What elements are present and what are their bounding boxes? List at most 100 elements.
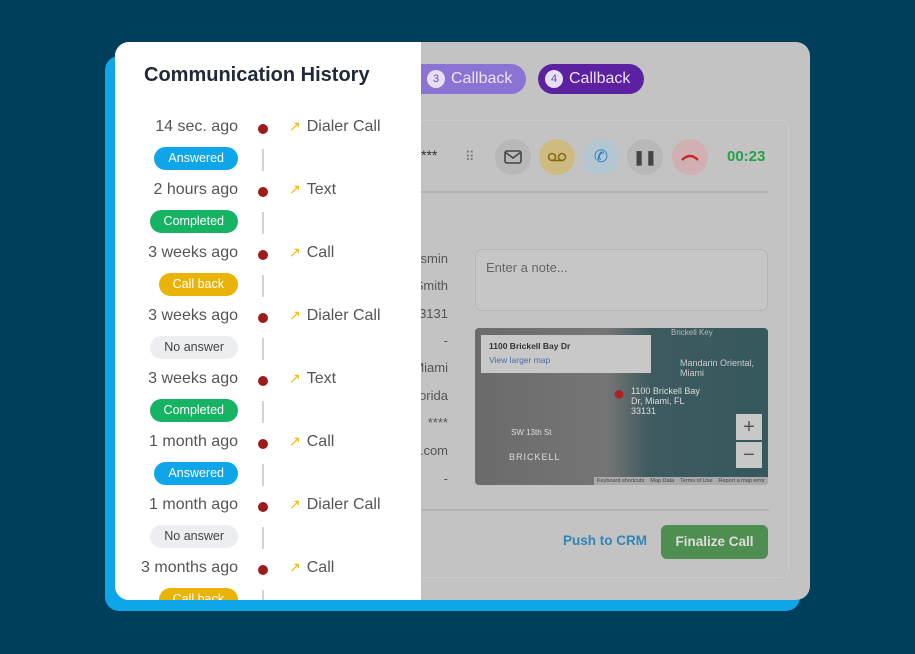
history-type: ↗ Call	[289, 244, 334, 262]
timeline-dot	[258, 250, 268, 260]
outgoing-arrow-icon: ↗	[289, 433, 301, 449]
map-footer-link[interactable]: Map Data	[650, 478, 674, 484]
history-time: 3 weeks ago	[148, 307, 238, 324]
history-time: 3 weeks ago	[148, 244, 238, 261]
push-to-crm-button[interactable]: Push to CRM	[563, 533, 647, 548]
map-footer-link[interactable]: Keyboard shortcuts	[597, 478, 644, 484]
contact-field: smin	[420, 251, 448, 266]
timeline-line	[262, 212, 264, 234]
history-time: 2 hours ago	[153, 181, 238, 198]
timeline-line	[262, 464, 264, 486]
call-panel: 3 Callback 4 Callback *** ⠿ ✆ ❚❚ 00:23 smi…	[412, 42, 810, 600]
status-badge: Completed	[149, 399, 238, 422]
status-badge: Answered	[154, 462, 238, 485]
timeline-dot	[258, 502, 268, 512]
history-type-label: Text	[306, 370, 337, 387]
timeline-line	[262, 527, 264, 549]
contact-field: -	[443, 333, 448, 348]
zoom-in-button[interactable]: +	[736, 414, 762, 440]
timeline-dot	[258, 187, 268, 197]
divider	[421, 191, 769, 193]
transfer-call-icon[interactable]: ✆	[583, 139, 619, 175]
callback-pill-4[interactable]: 4 Callback	[538, 64, 645, 94]
history-time: 1 month ago	[149, 496, 238, 513]
masked-number: ***	[421, 147, 438, 163]
callback-pill-3[interactable]: 3 Callback	[421, 64, 527, 94]
history-type: ↗ Text	[289, 370, 336, 388]
status-badge: Completed	[149, 210, 238, 233]
status-badge: No answer	[150, 525, 238, 548]
email-icon[interactable]	[495, 139, 531, 175]
pill-number: 4	[545, 70, 563, 88]
timeline-dot	[258, 439, 268, 449]
timeline-line	[262, 401, 264, 423]
map-footer-link[interactable]: Terms of Use	[680, 478, 712, 484]
history-item[interactable]: 3 months ago ↗ Call Call back	[115, 559, 421, 600]
history-type: ↗ Call	[289, 559, 334, 577]
history-type-label: Dialer Call	[306, 307, 381, 324]
history-time: 3 weeks ago	[148, 370, 238, 387]
timeline-dot	[258, 565, 268, 575]
hang-up-icon[interactable]	[672, 139, 708, 175]
status-badge: No answer	[150, 336, 238, 359]
map-pin-icon: ●	[613, 383, 626, 405]
divider	[421, 509, 769, 511]
timeline-line	[262, 590, 264, 600]
map-address: 1100 Brickell Bay Dr	[489, 341, 571, 351]
finalize-call-button[interactable]: Finalize Call	[661, 525, 768, 559]
pill-label: Callback	[451, 70, 513, 87]
pill-label: Callback	[569, 70, 631, 87]
contact-field: ****	[427, 415, 448, 430]
history-type: ↗ Dialer Call	[289, 307, 381, 325]
outgoing-arrow-icon: ↗	[289, 307, 301, 323]
timeline-line	[262, 338, 264, 360]
history-time: 14 sec. ago	[155, 118, 238, 135]
history-type-label: Call	[306, 433, 335, 450]
map-pin-label: 1100 Brickell Bay Dr, Miami, FL 33131	[631, 386, 700, 416]
timeline-dot	[258, 313, 268, 323]
note-input[interactable]: Enter a note...	[475, 249, 768, 311]
view-larger-map-link[interactable]: View larger map	[489, 355, 643, 365]
history-type: ↗ Dialer Call	[289, 118, 381, 136]
map-popup: 1100 Brickell Bay Dr View larger map	[481, 335, 651, 373]
call-timer: 00:23	[727, 148, 766, 165]
map-street: SW 13th St	[511, 428, 552, 437]
status-badge: Call back	[158, 273, 238, 296]
map[interactable]: Brickell Key 1100 Brickell Bay Dr View la…	[475, 328, 768, 485]
map-area: BRICKELL	[509, 452, 561, 462]
outgoing-arrow-icon: ↗	[289, 370, 301, 386]
history-type-label: Call	[306, 559, 335, 576]
outgoing-arrow-icon: ↗	[289, 181, 301, 197]
call-card: 3 Callback 4 Callback *** ⠿ ✆ ❚❚ 00:23 smi…	[115, 42, 810, 600]
pause-icon[interactable]: ❚❚	[627, 139, 663, 175]
timeline-dot	[258, 124, 268, 134]
panel-title: Communication History	[144, 64, 370, 86]
timeline-dot	[258, 376, 268, 386]
history-type: ↗ Dialer Call	[289, 496, 381, 514]
contact-field: .com	[419, 443, 448, 458]
outgoing-arrow-icon: ↗	[289, 496, 301, 512]
map-label: Brickell Key	[671, 328, 713, 337]
history-type: ↗ Text	[289, 181, 336, 199]
timeline-line	[262, 149, 264, 171]
map-poi: Mandarin Oriental, Miami	[680, 358, 755, 378]
timeline-line	[262, 275, 264, 297]
communication-history-panel: Communication History 14 sec. ago ↗ Diale…	[115, 42, 421, 600]
history-type: ↗ Call	[289, 433, 334, 451]
history-time: 1 month ago	[149, 433, 238, 450]
history-time: 3 months ago	[141, 559, 238, 576]
outgoing-arrow-icon: ↗	[289, 559, 301, 575]
history-type-label: Dialer Call	[306, 118, 381, 135]
pill-number: 3	[427, 70, 445, 88]
outgoing-arrow-icon: ↗	[289, 244, 301, 260]
zoom-out-button[interactable]: −	[736, 442, 762, 468]
voicemail-icon[interactable]	[539, 139, 575, 175]
history-type-label: Text	[306, 181, 337, 198]
dialpad-icon[interactable]: ⠿	[465, 149, 474, 165]
note-placeholder: Enter a note...	[486, 260, 568, 275]
outgoing-arrow-icon: ↗	[289, 118, 301, 134]
history-type-label: Call	[306, 244, 335, 261]
map-footer-link[interactable]: Report a map error	[719, 478, 765, 484]
history-type-label: Dialer Call	[306, 496, 381, 513]
map-footer: Keyboard shortcuts Map Data Terms of Use Re…	[593, 477, 768, 485]
